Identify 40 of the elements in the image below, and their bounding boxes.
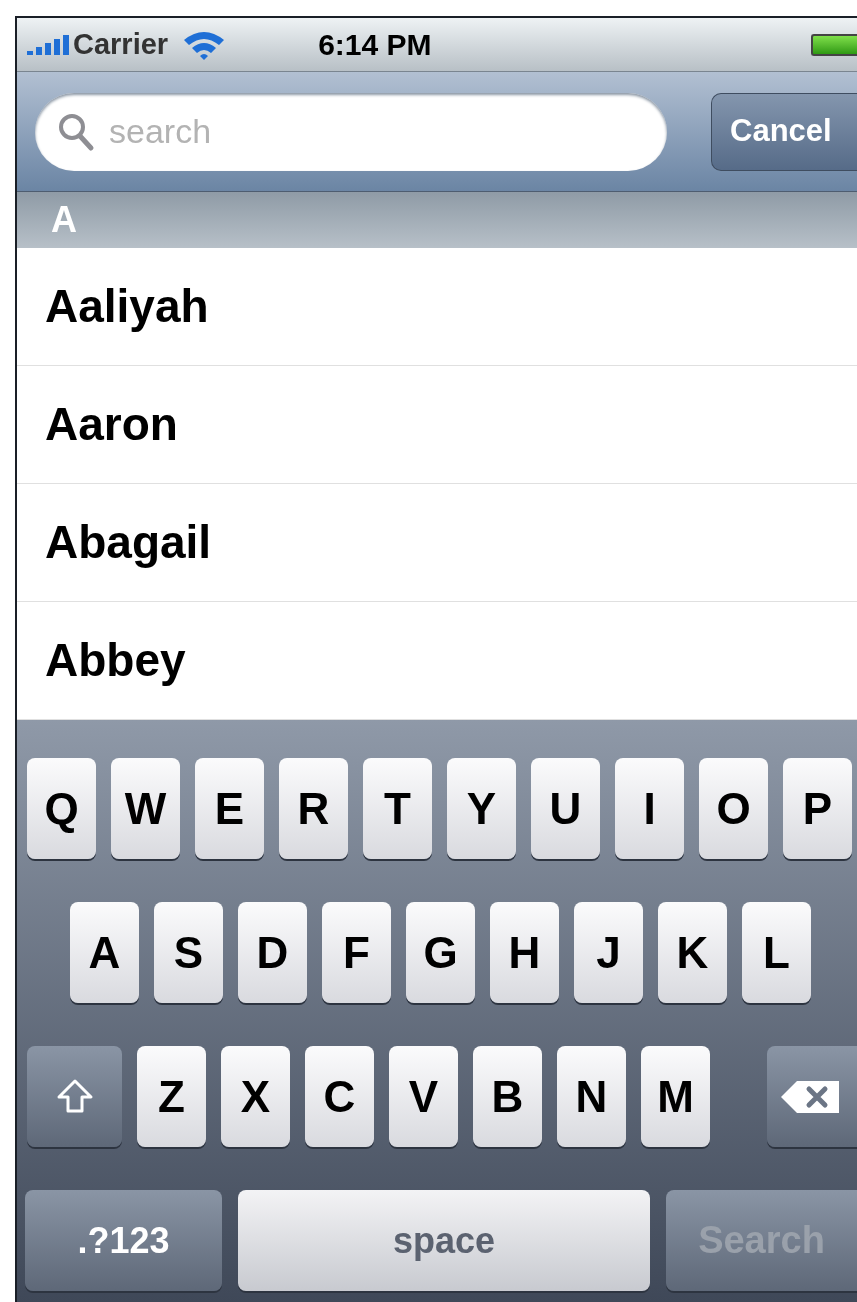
- backspace-icon: [779, 1078, 841, 1115]
- wifi-icon: [182, 29, 227, 60]
- keyboard-key[interactable]: B: [473, 1046, 542, 1147]
- keyboard-key[interactable]: D: [238, 902, 307, 1003]
- keyboard-key[interactable]: P: [783, 758, 852, 859]
- keyboard-key[interactable]: S: [154, 902, 223, 1003]
- search-input[interactable]: search: [109, 106, 609, 157]
- keyboard-key[interactable]: E: [195, 758, 264, 859]
- keyboard-key[interactable]: I: [615, 758, 684, 859]
- keyboard-key[interactable]: W: [111, 758, 180, 859]
- cancel-button[interactable]: Cancel: [711, 92, 857, 171]
- keyboard-key[interactable]: L: [742, 902, 811, 1003]
- status-time: 6:14 PM: [318, 27, 432, 63]
- keyboard-key[interactable]: O: [699, 758, 768, 859]
- keyboard-key[interactable]: X: [221, 1046, 290, 1147]
- keyboard-key[interactable]: K: [658, 902, 727, 1003]
- keyboard-key[interactable]: R: [279, 758, 348, 859]
- section-title: A: [51, 198, 77, 242]
- numbers-key[interactable]: .?123: [25, 1190, 222, 1291]
- keyboard-key[interactable]: C: [305, 1046, 374, 1147]
- keyboard-key[interactable]: G: [406, 902, 475, 1003]
- keyboard-key[interactable]: M: [641, 1046, 710, 1147]
- keyboard-key[interactable]: H: [490, 902, 559, 1003]
- backspace-key[interactable]: [767, 1046, 857, 1147]
- keyboard-key[interactable]: F: [322, 902, 391, 1003]
- carrier-name: Carrier: [73, 26, 169, 62]
- keyboard-key[interactable]: V: [389, 1046, 458, 1147]
- keyboard-key[interactable]: Q: [27, 758, 96, 859]
- search-icon: [57, 111, 95, 152]
- keyboard-key[interactable]: U: [531, 758, 600, 859]
- space-key[interactable]: space: [238, 1190, 650, 1291]
- keyboard-key[interactable]: Z: [137, 1046, 206, 1147]
- battery-icon: [811, 33, 857, 56]
- shift-key[interactable]: [27, 1046, 122, 1147]
- keyboard-key[interactable]: A: [70, 902, 139, 1003]
- keyboard-key[interactable]: J: [574, 902, 643, 1003]
- search-field[interactable]: search: [35, 92, 667, 171]
- keyboard-key[interactable]: Y: [447, 758, 516, 859]
- keyboard-key[interactable]: N: [557, 1046, 626, 1147]
- keyboard-key[interactable]: T: [363, 758, 432, 859]
